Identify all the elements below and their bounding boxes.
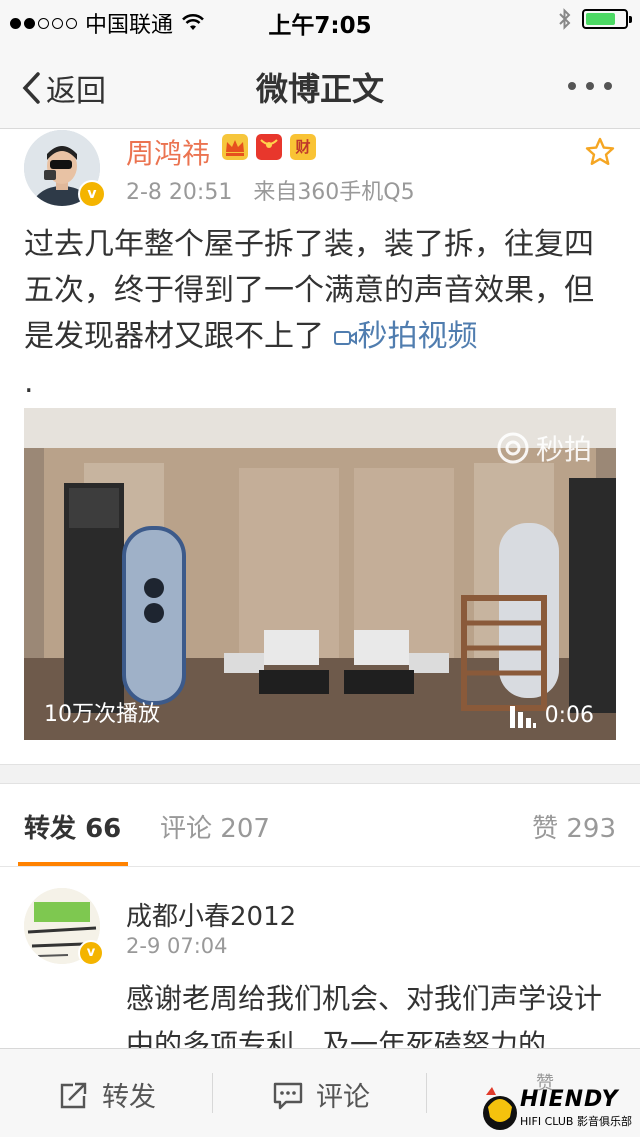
post-text: 过去几年整个屋子拆了装，装了拆，往复四五次，终于得到了一个满意的声音效果，但是发… <box>24 222 616 406</box>
hiendy-sub: HIFI CLUB 影音俱乐部 <box>520 1115 632 1128</box>
tab-comment-count: 207 <box>220 814 270 844</box>
status-right <box>558 8 632 30</box>
comment-time: 2-9 07:04 <box>126 934 228 958</box>
like-button[interactable]: 赞 HIENDY HIFI CLUB 影音俱乐部 <box>480 1069 640 1137</box>
commenter-name[interactable]: 成都小春2012 <box>126 896 296 933</box>
repost-label: 转发 <box>102 1082 156 1113</box>
verified-badge-icon: v <box>78 940 104 966</box>
hiendy-brand: HIENDY <box>520 1087 619 1112</box>
more-dot-icon <box>586 82 594 90</box>
video-player[interactable]: 秒拍 10万次播放 0:06 <box>24 408 616 740</box>
crown-vip-icon[interactable] <box>222 134 248 160</box>
nav-bar: 返回 微博正文 <box>0 40 640 129</box>
section-divider <box>0 764 640 784</box>
miaopai-logo: 秒拍 <box>496 428 592 468</box>
comment-label: 评论 <box>316 1082 370 1113</box>
post-source: 来自360手机Q5 <box>253 180 415 205</box>
verified-badge-icon: v <box>78 180 106 208</box>
bluetooth-icon <box>559 8 571 30</box>
bottom-action-bar: 转发 评论 赞 HIENDY HIFI CLUB 影音俱乐部 <box>0 1048 640 1137</box>
tab-comment-label: 评论 <box>160 814 213 844</box>
battery-icon <box>582 9 632 29</box>
share-icon <box>60 1082 87 1108</box>
post-body: 过去几年整个屋子拆了装，装了拆，往复四五次，终于得到了一个满意的声音效果，但是发… <box>24 227 594 354</box>
more-button[interactable] <box>568 82 612 90</box>
bottom-separator <box>426 1073 427 1113</box>
status-time: 上午7:05 <box>268 13 372 39</box>
play-count: 10万次播放 <box>44 702 160 727</box>
tab-repost-label: 转发 <box>24 814 77 844</box>
repost-button[interactable]: 转发 <box>58 1075 156 1114</box>
page-title: 微博正文 <box>255 70 384 108</box>
author-badges: 财 <box>222 134 316 160</box>
duration-label: 0:06 <box>544 702 594 728</box>
miaopai-logo-icon <box>497 432 529 464</box>
red-envelope-icon[interactable] <box>256 134 282 160</box>
video-duration: 0:06 <box>509 702 594 728</box>
interaction-tabs: 转发 66 评论 207 赞 293 <box>0 782 640 867</box>
hiendy-logo-icon <box>483 1087 517 1130</box>
post-meta: 2-8 20:51 来自360手机Q5 <box>126 174 415 206</box>
comment-icon <box>273 1082 303 1109</box>
active-tab-indicator <box>18 862 128 866</box>
tab-like[interactable]: 赞 293 <box>532 808 616 845</box>
post-trailing: . <box>24 365 34 400</box>
comment-button[interactable]: 评论 <box>272 1075 370 1114</box>
signal-bars-icon <box>509 706 536 728</box>
video-camera-icon <box>333 331 357 345</box>
tab-like-label: 赞 <box>532 814 559 844</box>
status-bar: 中国联通 上午7:05 <box>0 0 640 40</box>
author-name[interactable]: 周鸿祎 <box>126 132 210 172</box>
post-time: 2-8 20:51 <box>126 180 233 205</box>
more-dot-icon <box>568 82 576 90</box>
video-link-label: 秒拍视频 <box>357 319 478 354</box>
tab-repost[interactable]: 转发 66 <box>24 808 121 845</box>
more-dot-icon <box>604 82 612 90</box>
bottom-separator <box>212 1073 213 1113</box>
wealth-badge-icon[interactable]: 财 <box>290 134 316 160</box>
favorite-star-icon[interactable] <box>584 136 616 172</box>
tab-repost-count: 66 <box>85 814 122 844</box>
miaopai-logo-text: 秒拍 <box>535 433 592 466</box>
video-link[interactable]: 秒拍视频 <box>333 319 478 354</box>
tab-like-count: 293 <box>566 814 616 844</box>
tab-comment[interactable]: 评论 207 <box>160 808 270 845</box>
